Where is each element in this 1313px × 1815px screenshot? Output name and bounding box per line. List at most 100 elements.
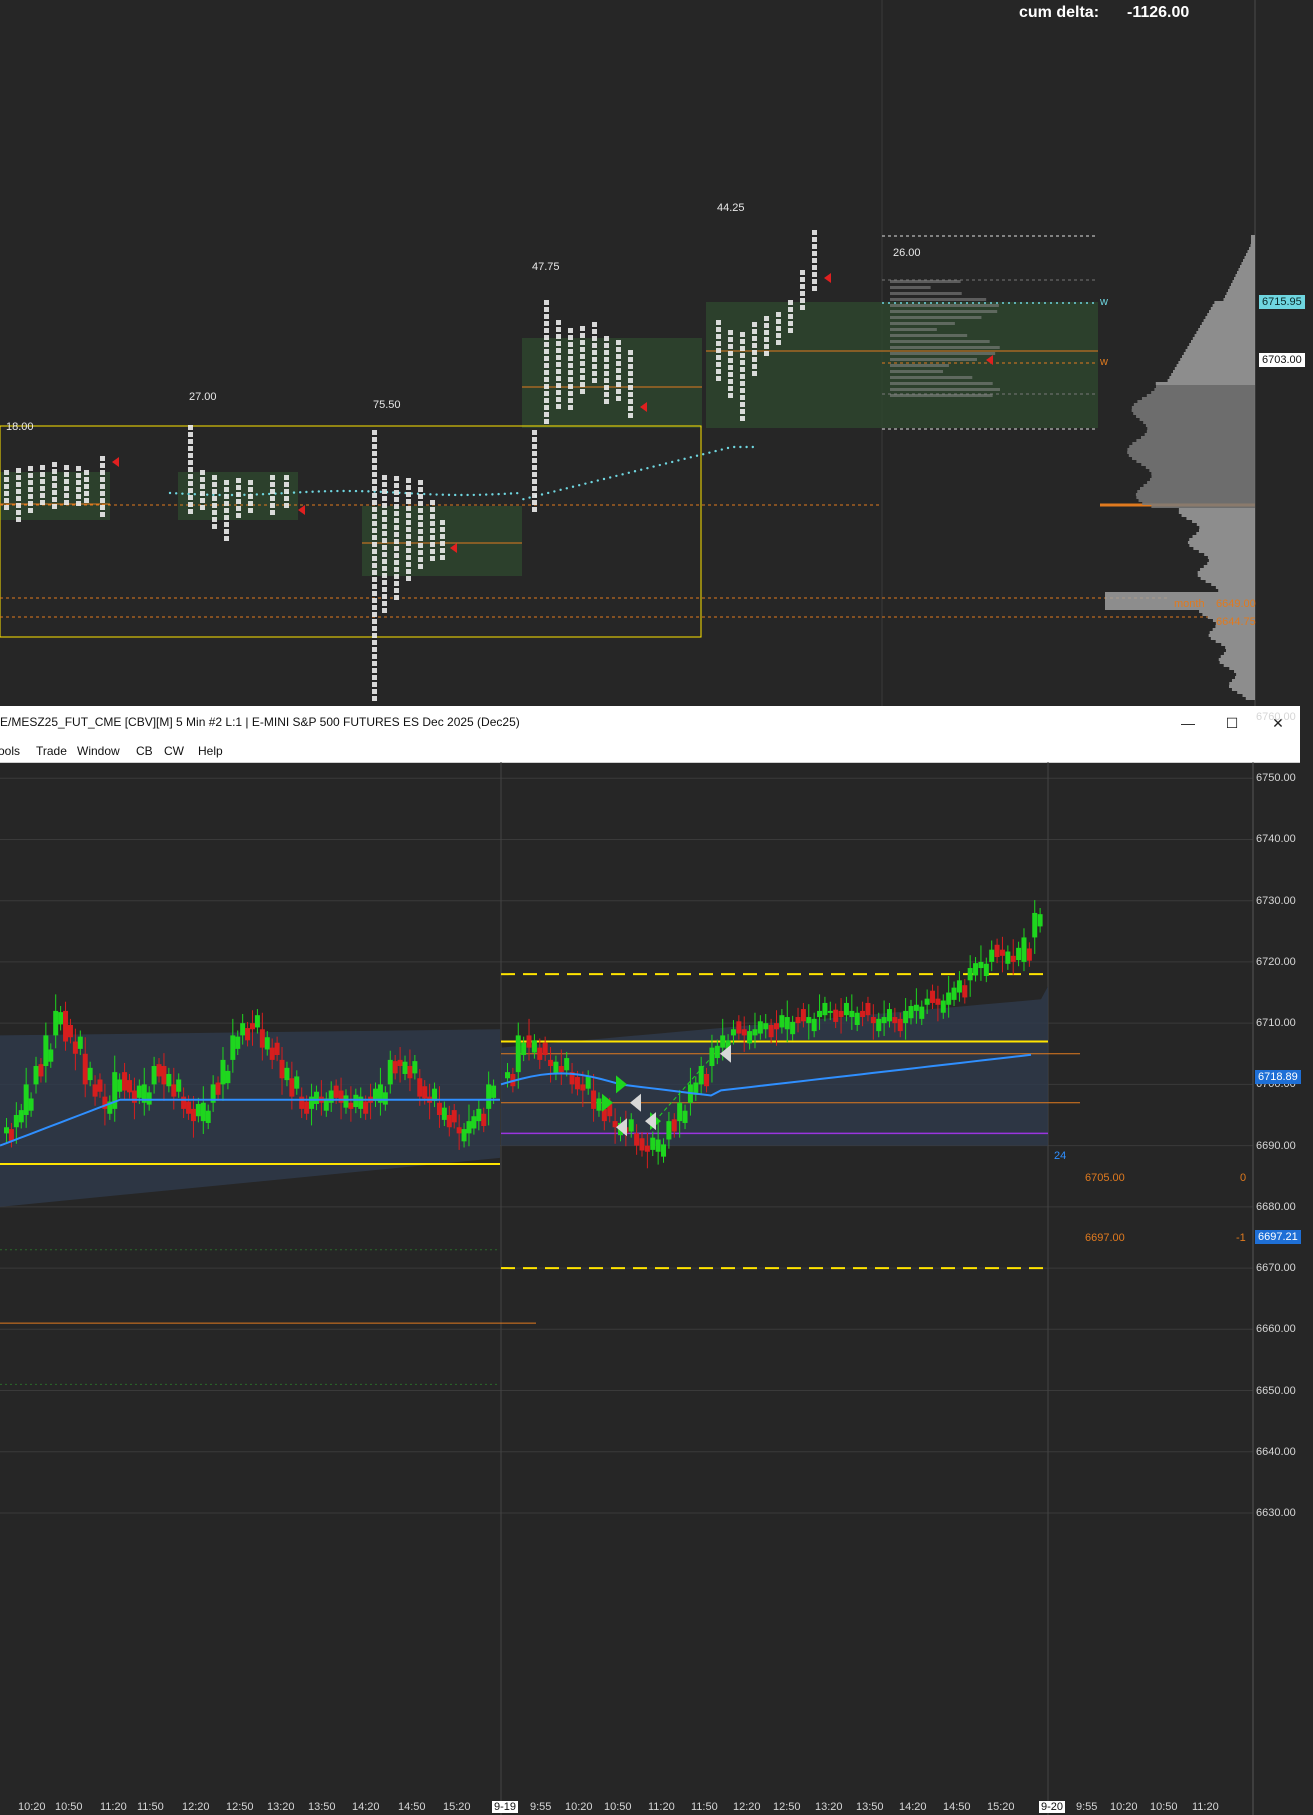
volume-profile-bar xyxy=(1136,496,1255,499)
candle-body xyxy=(382,1092,388,1105)
candle-body xyxy=(817,1010,823,1018)
candle-body xyxy=(230,1035,236,1060)
candle-body xyxy=(363,1101,369,1114)
week-marker: w xyxy=(1100,296,1108,308)
maximize-button[interactable]: ☐ xyxy=(1212,710,1252,736)
tpo-letter xyxy=(372,472,377,477)
candle-body xyxy=(752,1029,758,1036)
tpo-letter xyxy=(812,230,817,235)
time-axis-label: 13:20 xyxy=(815,1801,843,1813)
tpo-letter xyxy=(372,570,377,575)
tpo-letter xyxy=(728,365,733,370)
price-axis-label: 6760.00 xyxy=(1256,711,1296,723)
volume-profile-bar xyxy=(1145,424,1255,427)
candle-body xyxy=(644,1145,650,1152)
candle-body xyxy=(849,1010,855,1018)
tpo-letter xyxy=(776,333,781,338)
tpo-letter xyxy=(440,534,445,539)
tpo-letter xyxy=(556,404,561,409)
tpo-letter xyxy=(764,323,769,328)
menu-cw[interactable]: CW xyxy=(164,744,184,758)
volume-profile-bar xyxy=(1178,511,1255,514)
volume-profile-bar xyxy=(1234,277,1255,280)
candle-body xyxy=(1010,955,1016,962)
tpo-letter xyxy=(372,528,377,533)
market-profile-chart[interactable]: cum delta: -1126.00 18.00 27.00 75.50 47… xyxy=(0,0,1313,706)
time-axis-label: 13:50 xyxy=(308,1801,336,1813)
window-titlebar[interactable]: E/MESZ25_FUT_CME [CBV][M] 5 Min #2 L:1 |… xyxy=(0,706,1300,741)
candle-body xyxy=(491,1085,497,1098)
tpo-letter xyxy=(64,479,69,484)
tpo-letter xyxy=(544,377,549,382)
menu-window[interactable]: Window xyxy=(77,744,120,758)
candle-body xyxy=(481,1113,487,1127)
menu-trade[interactable]: Trade xyxy=(36,744,67,758)
vwap-dot xyxy=(317,490,320,493)
tpo-letter xyxy=(418,550,423,555)
tpo-letter xyxy=(628,378,633,383)
candle-body xyxy=(951,987,957,1000)
candle-body xyxy=(913,1004,919,1011)
tpo-letter xyxy=(800,284,805,289)
candle-body xyxy=(881,1017,887,1024)
tpo-letter xyxy=(4,484,9,489)
vwap-dot xyxy=(596,479,599,482)
tpo-letter xyxy=(406,569,411,574)
candle-body xyxy=(397,1059,403,1067)
tpo-letter xyxy=(270,489,275,494)
volume-profile-bar xyxy=(1127,448,1255,451)
menu-cb[interactable]: CB xyxy=(136,744,153,758)
value-area-shade xyxy=(501,986,1048,1146)
volume-profile-bar xyxy=(1208,559,1255,562)
tpo-letter xyxy=(418,501,423,506)
tpo-letter xyxy=(382,587,387,592)
volume-profile-bar xyxy=(1196,331,1255,334)
time-axis-label: 9-20 xyxy=(1039,1801,1066,1813)
tpo-letter xyxy=(212,489,217,494)
tpo-letter xyxy=(200,484,205,489)
time-axis-label: 11:20 xyxy=(1192,1801,1219,1813)
candle-body xyxy=(215,1082,221,1095)
candle-body xyxy=(392,1061,398,1074)
tpo-letter xyxy=(372,556,377,561)
candle-body xyxy=(671,1119,677,1132)
menu-tools[interactable]: Tools xyxy=(0,744,20,758)
tpo-letter xyxy=(740,416,745,421)
candle-body xyxy=(136,1085,142,1098)
tpo-letter xyxy=(284,496,289,501)
candle-body xyxy=(720,1035,726,1048)
tpo-letter xyxy=(532,430,537,435)
tpo-letter xyxy=(248,487,253,492)
tpo-letter xyxy=(28,508,33,513)
tpo-letter xyxy=(580,326,585,331)
minimize-button[interactable]: — xyxy=(1168,710,1208,736)
tpo-letter xyxy=(430,535,435,540)
volume-profile-bar xyxy=(1131,409,1255,412)
tpo-letter xyxy=(236,478,241,483)
vwap-dot xyxy=(683,457,686,461)
candle-body xyxy=(161,1066,167,1085)
tpo-letter xyxy=(440,555,445,560)
tpo-letter xyxy=(188,425,193,430)
tpo-letter xyxy=(418,564,423,569)
tpo-letter xyxy=(740,332,745,337)
tpo-letter xyxy=(236,506,241,511)
volume-profile-bar xyxy=(1210,307,1255,310)
tpo-letter xyxy=(28,501,33,506)
tpo-letter xyxy=(372,444,377,449)
tpo-letter xyxy=(580,382,585,387)
tpo-letter xyxy=(556,376,561,381)
tpo-letter xyxy=(188,432,193,437)
menu-help[interactable]: Help xyxy=(198,744,223,758)
tpo-letter xyxy=(616,340,621,345)
vwap-dot xyxy=(299,491,302,494)
chart-window[interactable]: E/MESZ25_FUT_CME [CBV][M] 5 Min #2 L:1 |… xyxy=(0,706,1300,1815)
tpo-letter xyxy=(740,395,745,400)
candlestick-chart[interactable] xyxy=(0,762,1300,1815)
tpo-letter xyxy=(76,473,81,478)
volume-profile-bar xyxy=(1146,394,1255,397)
tpo-letter xyxy=(188,439,193,444)
tpo-letter xyxy=(4,477,9,482)
tpo-letter xyxy=(544,328,549,333)
volume-profile-bar xyxy=(1231,688,1255,691)
